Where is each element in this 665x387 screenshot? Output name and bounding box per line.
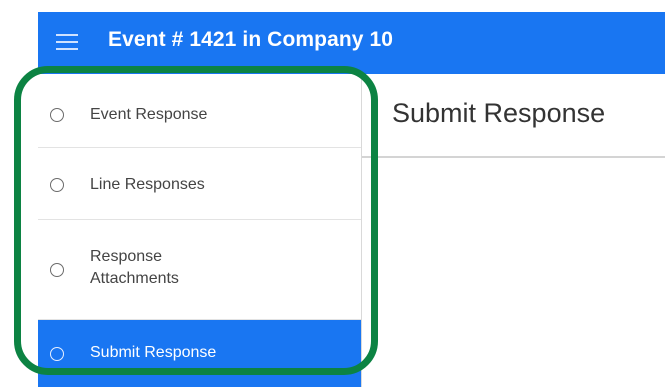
- sidebar-item-label: Event Response: [90, 106, 208, 123]
- sidebar-item-response-attachments[interactable]: Response Attachments: [38, 220, 361, 320]
- radio-unselected-icon[interactable]: [50, 263, 64, 277]
- sidebar-item-event-response[interactable]: Event Response: [38, 74, 361, 148]
- sidebar-item-line-responses[interactable]: Line Responses: [38, 148, 361, 220]
- top-app-bar: Event # 1421 in Company 10: [38, 12, 665, 74]
- page-gutter: [0, 12, 38, 387]
- sidebar-item-label: Response Attachments: [90, 248, 179, 287]
- sidebar-item-label: Line Responses: [90, 176, 205, 193]
- hamburger-menu-icon[interactable]: [56, 34, 78, 50]
- sidebar-item-label: Submit Response: [90, 344, 217, 361]
- step-navigation-sidebar: Event Response Line Responses Response A…: [38, 74, 362, 387]
- sidebar-item-submit-response[interactable]: Submit Response: [38, 320, 361, 387]
- radio-unselected-icon[interactable]: [50, 347, 64, 361]
- radio-unselected-icon[interactable]: [50, 178, 64, 192]
- radio-unselected-icon[interactable]: [50, 108, 64, 122]
- page-title: Submit Response: [392, 98, 606, 128]
- title-divider: [362, 156, 665, 158]
- page-header-title: Event # 1421 in Company 10: [108, 28, 394, 51]
